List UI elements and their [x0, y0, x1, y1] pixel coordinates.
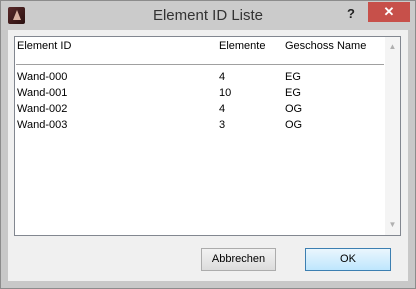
- list-item[interactable]: Wand-000 4 EG: [15, 71, 385, 87]
- column-header-geschoss-name[interactable]: Geschoss Name: [285, 40, 366, 52]
- column-header-element-id[interactable]: Element ID: [17, 40, 71, 52]
- element-count-cell: 4: [219, 103, 226, 115]
- close-icon: ✕: [383, 4, 395, 19]
- list-item[interactable]: Wand-003 3 OG: [15, 119, 385, 135]
- element-id-cell: Wand-000: [17, 71, 68, 83]
- element-count-cell: 4: [219, 71, 226, 83]
- dialog-content: Element ID Elemente Geschoss Name Wand-0…: [8, 30, 408, 281]
- element-id-cell: Wand-003: [17, 119, 68, 131]
- element-id-cell: Wand-001: [17, 87, 68, 99]
- element-id-cell: Wand-002: [17, 103, 68, 115]
- ok-button[interactable]: OK: [305, 248, 391, 271]
- header-divider: [16, 64, 384, 65]
- element-count-cell: 10: [219, 87, 232, 99]
- dialog-window: Element ID Liste ? ✕ Element ID Elemente…: [0, 0, 416, 289]
- scroll-down-icon[interactable]: ▼: [385, 217, 400, 232]
- vertical-scrollbar[interactable]: ▲ ▼: [385, 37, 400, 235]
- floor-name-cell: EG: [285, 87, 301, 99]
- close-button[interactable]: ✕: [368, 2, 410, 22]
- help-button[interactable]: ?: [341, 5, 361, 23]
- list-item[interactable]: Wand-002 4 OG: [15, 103, 385, 119]
- scroll-up-icon[interactable]: ▲: [385, 39, 400, 54]
- floor-name-cell: OG: [285, 119, 303, 131]
- floor-name-cell: OG: [285, 103, 303, 115]
- cancel-button[interactable]: Abbrechen: [201, 248, 276, 271]
- floor-name-cell: EG: [285, 71, 301, 83]
- title-bar[interactable]: Element ID Liste ? ✕: [1, 1, 415, 30]
- list-header: Element ID Elemente Geschoss Name: [15, 37, 385, 55]
- element-count-cell: 3: [219, 119, 226, 131]
- column-header-elemente[interactable]: Elemente: [219, 40, 265, 52]
- list-item[interactable]: Wand-001 10 EG: [15, 87, 385, 103]
- element-list[interactable]: Element ID Elemente Geschoss Name Wand-0…: [14, 36, 401, 236]
